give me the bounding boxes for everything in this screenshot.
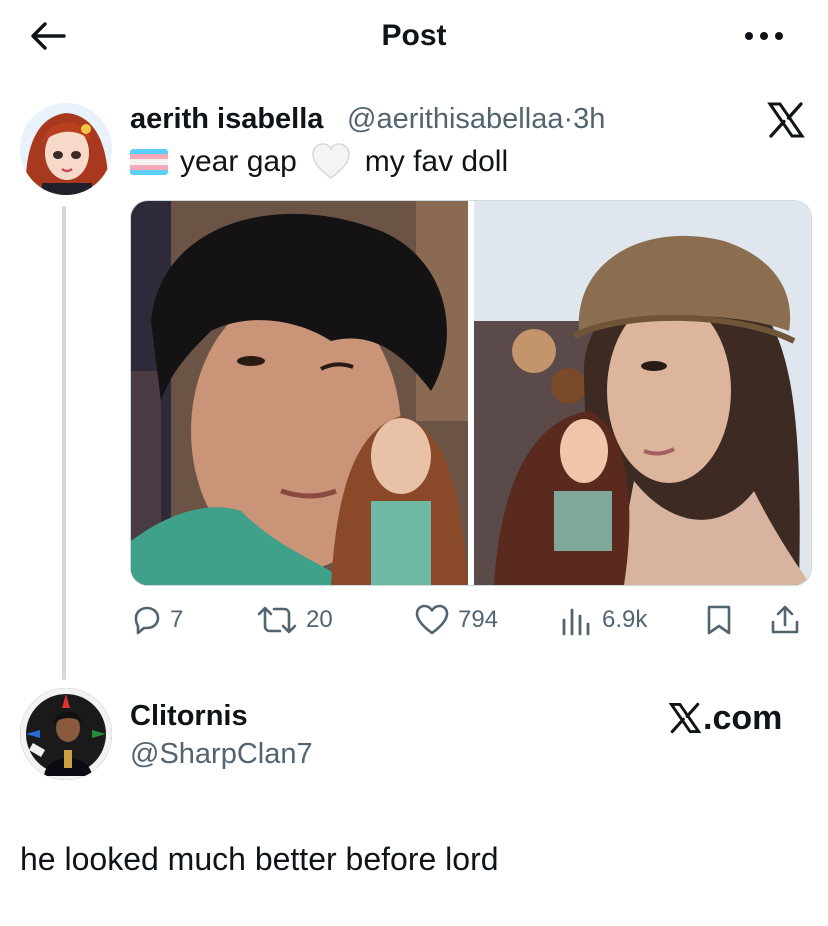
- photo-right-woman-with-doll[interactable]: [474, 201, 811, 585]
- reply-icon: [134, 606, 160, 635]
- view-count: 6.9k: [602, 606, 648, 633]
- ellipsis-icon: [745, 32, 783, 40]
- tweet-actions: 7 20 794 6.9k: [130, 600, 810, 640]
- white-heart-emoji: [311, 143, 350, 180]
- reply-count: 7: [170, 606, 184, 633]
- thread-connector-line: [62, 206, 66, 680]
- transgender-flag-emoji: [130, 149, 168, 175]
- x-logo-icon: [668, 702, 702, 734]
- reply-author-handle[interactable]: @SharpClan7: [130, 736, 313, 772]
- bookmark-button[interactable]: [704, 600, 742, 640]
- repost-icon: [257, 606, 297, 634]
- tweet-text-part-1: year gap: [180, 145, 297, 178]
- top-bar: Post: [0, 0, 828, 72]
- repost-count: 20: [306, 606, 333, 633]
- like-count: 794: [458, 606, 499, 633]
- tweet-media-grid[interactable]: [130, 200, 812, 586]
- bookmark-icon: [707, 605, 731, 635]
- like-button[interactable]: 794: [414, 600, 498, 640]
- views-button[interactable]: 6.9k: [560, 600, 647, 640]
- timestamp[interactable]: 3h: [573, 103, 605, 135]
- reply-text: he looked much better before lord: [20, 841, 499, 877]
- views-bar-chart-icon: [562, 608, 590, 636]
- reply-author-name[interactable]: Clitornis: [130, 698, 248, 734]
- x-dot-com-text: .com: [703, 698, 783, 737]
- author-handle[interactable]: @aerithisabellaa: [347, 103, 563, 135]
- page-title: Post: [381, 19, 447, 52]
- more-options-button[interactable]: [738, 16, 790, 56]
- repost-button[interactable]: 20: [256, 600, 333, 640]
- share-button[interactable]: [770, 600, 808, 640]
- tweet-text-part-2: my fav doll: [364, 145, 509, 178]
- tweet-text: year gap my fav doll: [130, 142, 508, 182]
- heart-icon: [415, 604, 449, 635]
- photo-left-man-with-doll[interactable]: [131, 201, 468, 585]
- share-icon: [771, 605, 799, 634]
- author-avatar[interactable]: [20, 103, 112, 195]
- author-handle-and-time[interactable]: @aerithisabellaa·3h: [347, 100, 605, 138]
- reply-button[interactable]: 7: [130, 600, 183, 640]
- x-dot-com-watermark: .com: [668, 696, 782, 740]
- meta-separator: ·: [563, 103, 574, 135]
- reply-author-avatar[interactable]: [20, 688, 112, 780]
- author-name[interactable]: aerith isabella: [130, 100, 323, 138]
- x-logo-icon: [767, 102, 805, 138]
